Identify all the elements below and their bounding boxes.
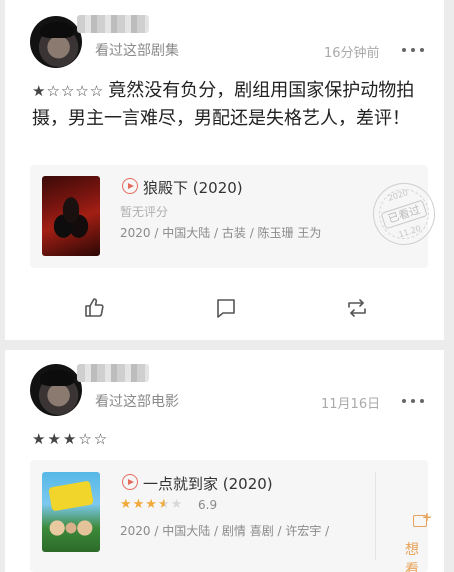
review-text: ★☆☆☆☆ 竟然没有负分，剧组用国家保护动物拍摄，男主一言难尽，男配还是失格艺人，…	[32, 77, 427, 132]
feed-card[interactable]: 看过这部电影 11月16日 ★★★☆☆ 一点就到家 (2020) ★★★★★ 6…	[5, 350, 444, 572]
more-options-icon[interactable]	[402, 46, 426, 54]
movie-card[interactable]: 一点就到家 (2020) ★★★★★ 6.9 2020 / 中国大陆 / 剧情 …	[30, 460, 432, 572]
movie-title[interactable]: 狼殿下 (2020)	[143, 177, 243, 198]
more-options-icon[interactable]	[402, 397, 426, 405]
rating-stars: ★☆☆☆☆	[32, 82, 105, 100]
rating-stars: ★★★☆☆	[32, 430, 110, 448]
post-time: 11月16日	[321, 397, 381, 412]
movie-info: 2020 / 中国大陆 / 剧情 喜剧 / 许宏宇 /	[120, 524, 330, 538]
action-bar	[5, 290, 444, 330]
feed-card[interactable]: 看过这部剧集 16分钟前 ★☆☆☆☆ 竟然没有负分，剧组用国家保护动物拍摄，男主一…	[5, 0, 444, 340]
movie-card[interactable]: 狼殿下 (2020) 暂无评分 2020 / 中国大陆 / 古装 / 陈玉珊 王…	[30, 165, 444, 268]
thumbs-up-icon[interactable]	[82, 296, 106, 320]
movie-poster[interactable]	[42, 472, 100, 552]
repost-icon[interactable]	[345, 296, 369, 320]
username-redacted[interactable]	[77, 15, 149, 33]
movie-title[interactable]: 一点就到家 (2020)	[143, 473, 273, 494]
movie-poster[interactable]	[42, 176, 100, 256]
comment-icon[interactable]	[214, 296, 238, 320]
play-icon	[122, 178, 138, 194]
avatar[interactable]	[30, 364, 82, 416]
avatar[interactable]	[30, 16, 82, 68]
post-time: 16分钟前	[324, 46, 380, 61]
want-to-watch-button[interactable]: 想看	[405, 539, 428, 572]
movie-rating-stars: ★★★★★	[120, 497, 183, 512]
star-empty: ★	[170, 497, 184, 512]
movie-score: 暂无评分	[120, 205, 169, 219]
watched-stamp: 2020 已看过 11.20	[364, 174, 444, 254]
activity-text: 看过这部剧集	[95, 43, 179, 59]
play-icon	[122, 474, 138, 490]
username-redacted[interactable]	[77, 364, 149, 382]
divider	[375, 472, 376, 560]
activity-text: 看过这部电影	[95, 394, 179, 410]
star-half: ★	[157, 497, 171, 512]
want-to-watch-icon[interactable]	[413, 510, 432, 530]
movie-score: 6.9	[198, 498, 218, 512]
movie-info: 2020 / 中国大陆 / 古装 / 陈玉珊 王为	[120, 226, 322, 240]
stars-filled: ★★★	[120, 497, 158, 512]
